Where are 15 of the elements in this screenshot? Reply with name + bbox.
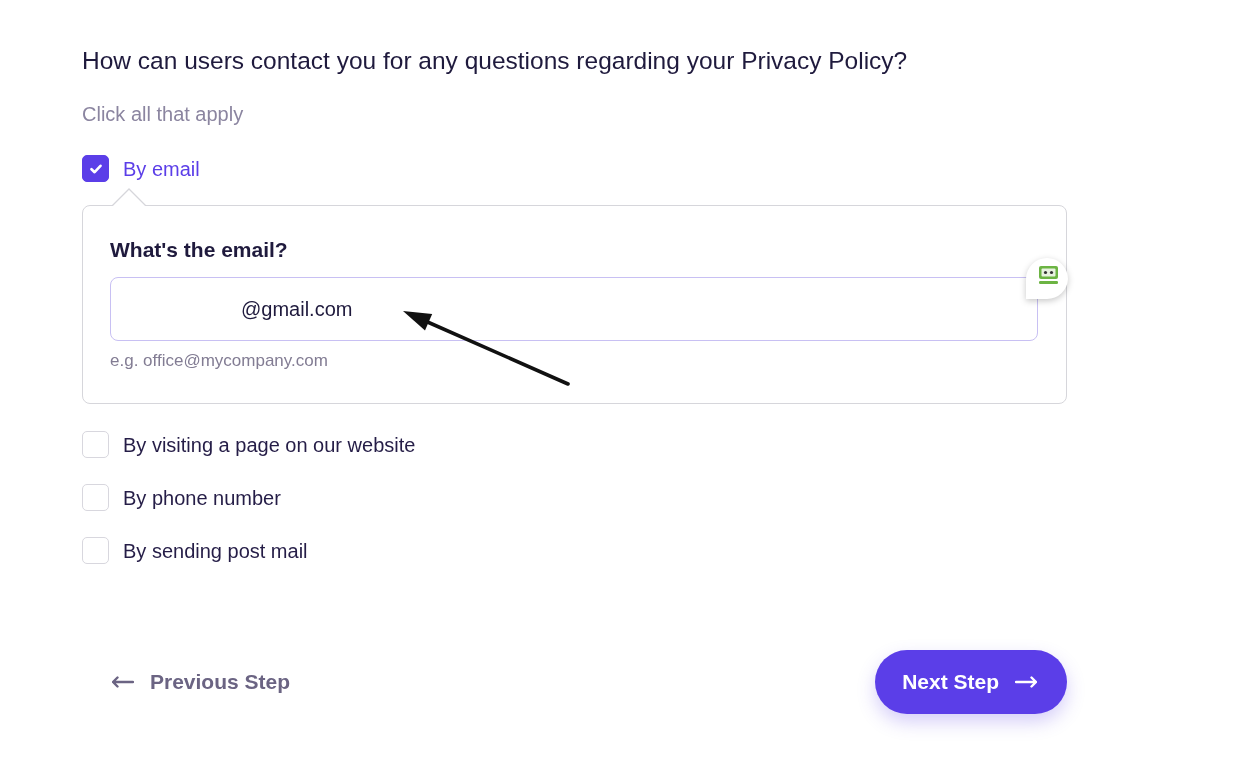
option-label[interactable]: By visiting a page on our website <box>123 431 416 458</box>
option-label[interactable]: By sending post mail <box>123 537 308 564</box>
arrow-right-icon <box>1015 676 1037 688</box>
question-title: How can users contact you for any questions regarding your Privacy Policy? <box>82 46 909 76</box>
next-step-button[interactable]: Next Step <box>875 650 1067 714</box>
option-label[interactable]: By phone number <box>123 484 281 511</box>
email-field[interactable]: @gmail.com <box>110 277 1038 341</box>
previous-step-button[interactable]: Previous Step <box>112 670 291 694</box>
option-label[interactable]: By email <box>123 155 200 182</box>
question-hint: Click all that apply <box>82 102 245 127</box>
field-label: What's the email? <box>110 237 289 263</box>
checkbox[interactable] <box>82 155 109 182</box>
field-example: e.g. office@mycompany.com <box>110 350 329 372</box>
check-icon <box>89 163 102 174</box>
arrow-left-icon <box>112 676 134 688</box>
